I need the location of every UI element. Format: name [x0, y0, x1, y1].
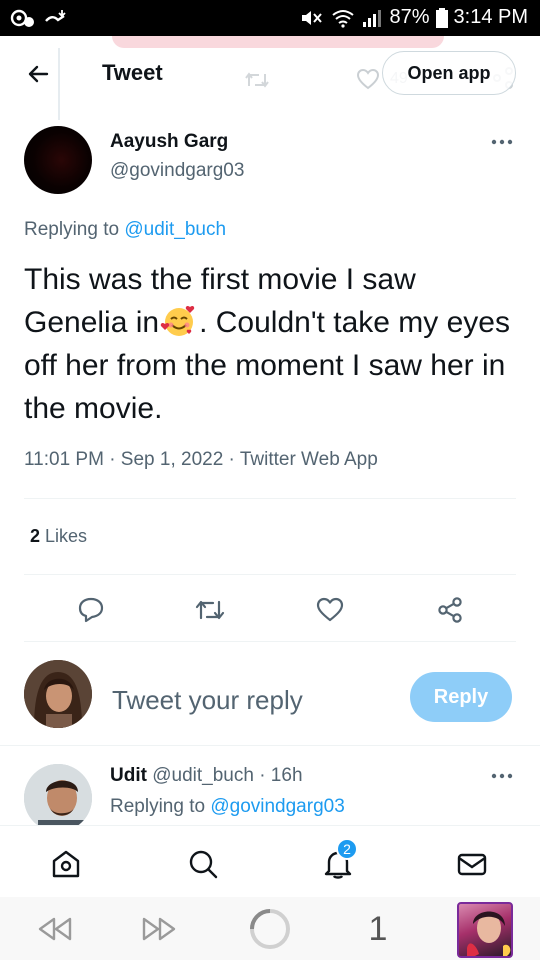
browser-back-icon — [38, 917, 72, 941]
tweet-actions — [0, 590, 540, 630]
divider — [24, 641, 516, 642]
search-icon — [189, 850, 218, 879]
smiling-face-with-hearts-emoji-icon — [160, 305, 195, 336]
replying-to-mention[interactable]: @udit_buch — [124, 219, 226, 240]
reply-replying-to: Replying to @govindgarg03 — [110, 796, 345, 818]
open-app-button[interactable]: Open app — [382, 51, 516, 95]
reply-replying-prefix: Replying to — [110, 796, 206, 817]
author-handle[interactable]: @govindgarg03 — [110, 160, 244, 182]
faded-heart-icon — [356, 68, 380, 90]
battery-icon — [435, 7, 448, 28]
tab-thumbnail — [457, 902, 513, 958]
retweet-button[interactable] — [190, 590, 230, 630]
browser-forward-button[interactable] — [138, 907, 182, 951]
likes-count: 2 — [30, 526, 41, 546]
more-icon — [491, 773, 513, 779]
replying-to-prefix: Replying to — [24, 219, 120, 240]
author-avatar[interactable] — [24, 126, 92, 194]
likes-label: Likes — [45, 526, 88, 546]
reload-button[interactable] — [246, 907, 294, 951]
download-notification-icon — [45, 10, 66, 22]
reply-author-row: Udit @udit_buch · 16h — [110, 765, 303, 787]
wifi-icon — [332, 9, 355, 28]
signal-icon — [363, 9, 382, 27]
share-icon — [438, 597, 462, 623]
divider — [24, 574, 516, 575]
battery-percent: 87% — [389, 6, 430, 28]
header: Tweet 49 Open app — [0, 36, 540, 120]
clock: 3:14 PM — [453, 6, 528, 28]
reply-author-avatar[interactable] — [24, 764, 92, 832]
scrolled-content-fade — [112, 36, 444, 48]
tab-count: 1 — [368, 909, 388, 948]
current-user-avatar[interactable] — [24, 660, 92, 728]
messages-icon — [457, 853, 487, 876]
tab-thumbnail-button[interactable] — [456, 901, 514, 959]
reply-button[interactable] — [71, 590, 111, 630]
mute-icon — [302, 10, 323, 25]
back-arrow-icon — [28, 65, 49, 83]
retweet-icon — [195, 600, 225, 620]
more-options-button[interactable] — [490, 134, 514, 152]
reply-author-handle[interactable]: @udit_buch — [152, 765, 254, 786]
reply-submit-button[interactable]: Reply — [410, 672, 512, 722]
browser-forward-icon — [142, 917, 176, 941]
divider — [24, 498, 516, 499]
divider — [0, 745, 540, 746]
replying-to: Replying to @udit_buch — [24, 219, 226, 241]
reply-replying-mention[interactable]: @govindgarg03 — [210, 796, 344, 817]
avatar-photo — [24, 764, 92, 832]
back-button[interactable] — [22, 58, 54, 90]
tweet-text: This was the first movie I saw Genelia i… — [24, 258, 524, 430]
reply-author-name[interactable]: Udit — [110, 765, 147, 786]
browser-toolbar: 1 — [0, 897, 540, 960]
nav-search[interactable] — [183, 844, 223, 884]
status-bar: 87% 3:14 PM — [0, 0, 540, 36]
browser-back-button[interactable] — [32, 907, 76, 951]
avatar-photo — [24, 660, 92, 728]
thread-line — [58, 48, 60, 120]
more-icon — [491, 139, 513, 145]
like-button[interactable] — [310, 590, 350, 630]
page-title: Tweet — [102, 60, 163, 85]
tab-count-button[interactable]: 1 — [360, 907, 396, 951]
reply-more-options-button[interactable] — [490, 768, 514, 786]
tweet-timestamp-source[interactable]: 11:01 PM · Sep 1, 2022 · Twitter Web App — [24, 449, 378, 471]
notifications-badge: 2 — [336, 838, 358, 860]
notification-app-icon — [10, 9, 34, 27]
like-icon — [316, 597, 344, 622]
bottom-navigation: 2 — [0, 825, 540, 897]
author-name[interactable]: Aayush Garg — [110, 131, 228, 153]
likes-summary[interactable]: 2 Likes — [30, 526, 87, 547]
reply-icon — [78, 597, 104, 623]
thumbnail-image — [467, 911, 511, 956]
share-button[interactable] — [430, 590, 470, 630]
reply-time: · 16h — [259, 765, 303, 786]
nav-messages[interactable] — [452, 844, 492, 884]
reload-icon — [250, 909, 290, 949]
faded-retweet-icon — [245, 72, 269, 88]
home-icon — [52, 850, 80, 878]
nav-home[interactable] — [46, 844, 86, 884]
reply-input[interactable] — [112, 680, 392, 720]
